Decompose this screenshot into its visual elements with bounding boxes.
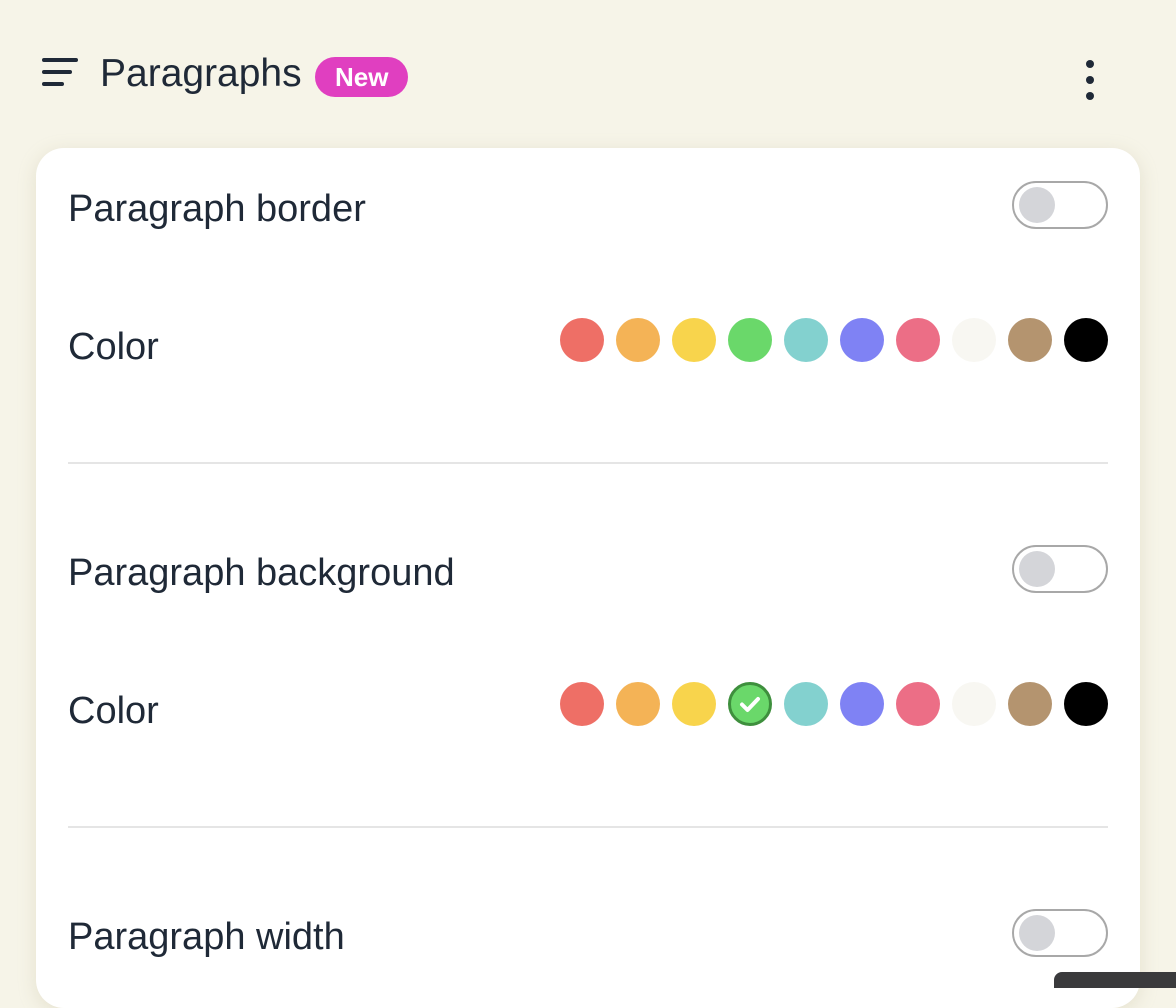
color-swatch-red[interactable] (560, 682, 604, 726)
settings-card: Paragraph border Color Paragraph backgro… (36, 148, 1140, 1008)
border-color-swatches (560, 318, 1108, 362)
color-swatch-pink[interactable] (896, 682, 940, 726)
hamburger-menu-icon[interactable] (42, 58, 78, 86)
color-swatch-green[interactable] (728, 318, 772, 362)
color-swatch-teal[interactable] (784, 318, 828, 362)
toggle-knob (1019, 187, 1055, 223)
paragraph-border-toggle[interactable] (1012, 181, 1108, 229)
floating-tab[interactable] (1054, 972, 1176, 988)
color-swatch-black[interactable] (1064, 318, 1108, 362)
background-color-swatches (560, 682, 1108, 726)
new-badge: New (315, 57, 409, 97)
color-swatch-white[interactable] (952, 318, 996, 362)
color-swatch-orange[interactable] (616, 318, 660, 362)
border-color-label: Color (68, 326, 159, 368)
color-swatch-brown[interactable] (1008, 318, 1052, 362)
color-swatch-black[interactable] (1064, 682, 1108, 726)
toggle-knob (1019, 915, 1055, 951)
toggle-knob (1019, 551, 1055, 587)
color-swatch-orange[interactable] (616, 682, 660, 726)
color-swatch-teal[interactable] (784, 682, 828, 726)
checkmark-icon (740, 697, 760, 712)
color-swatch-blue[interactable] (840, 682, 884, 726)
color-swatch-blue[interactable] (840, 318, 884, 362)
more-options-icon[interactable] (1076, 58, 1104, 102)
divider (68, 826, 1108, 828)
color-swatch-green[interactable] (728, 682, 772, 726)
paragraph-width-label: Paragraph width (68, 916, 345, 958)
paragraph-width-toggle[interactable] (1012, 909, 1108, 957)
divider (68, 462, 1108, 464)
paragraph-border-label: Paragraph border (68, 188, 366, 230)
color-swatch-pink[interactable] (896, 318, 940, 362)
background-color-label: Color (68, 690, 159, 732)
page-title: Paragraphs (100, 52, 302, 95)
color-swatch-yellow[interactable] (672, 682, 716, 726)
color-swatch-brown[interactable] (1008, 682, 1052, 726)
color-swatch-red[interactable] (560, 318, 604, 362)
color-swatch-white[interactable] (952, 682, 996, 726)
paragraph-background-toggle[interactable] (1012, 545, 1108, 593)
paragraph-background-label: Paragraph background (68, 552, 455, 594)
header: Paragraphs New (0, 0, 1176, 150)
color-swatch-yellow[interactable] (672, 318, 716, 362)
